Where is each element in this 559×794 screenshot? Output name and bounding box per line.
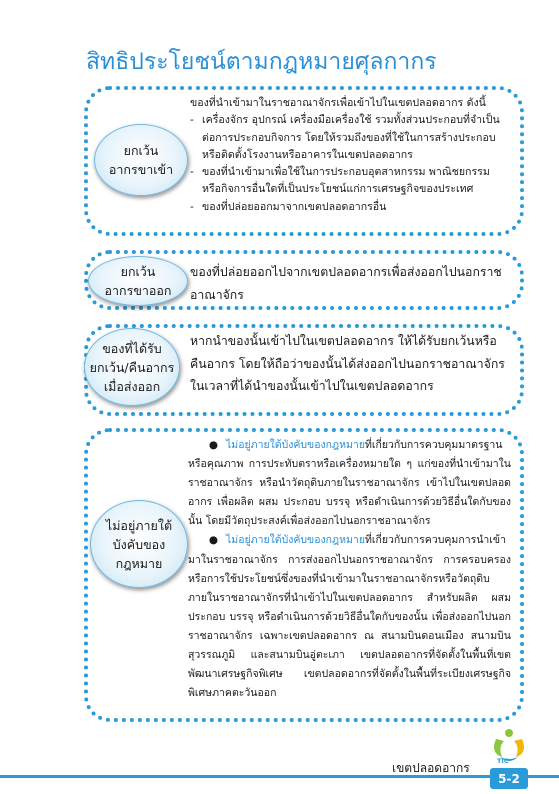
paragraph-heading: ไม่อยู่ภายใต้บังคับของกฎหมาย (226, 534, 365, 547)
footer-divider (0, 775, 559, 778)
paragraph-heading: ไม่อยู่ภายใต้บังคับของกฎหมาย (226, 439, 365, 451)
label-line: ยกเว้น/คืนอากร (89, 359, 175, 375)
import-duty-content: ของที่นำเข้ามาในราชอาณาจักรเพื่อเข้าไปใน… (190, 95, 512, 216)
list-item: - ของที่ปล่อยออกมาจากเขตปลอดอากรอื่น (190, 200, 387, 213)
logo-text: TIC (497, 757, 509, 765)
label-line: บังคับของ (112, 536, 166, 552)
tic-logo-icon (494, 729, 524, 761)
label-line: กฎหมาย (115, 555, 163, 571)
label-line: ยกเว้น (120, 264, 156, 279)
label-refund-on-export: ของที่ได้รับ ยกเว้น/คืนอากร เมื่อส่งออก (84, 328, 180, 406)
list-item: - ของที่นำเข้ามาเพื่อใช้ในการประกอบอุตสาห… (190, 166, 490, 196)
export-duty-text: ของที่ปล่อยออกไปจากเขตปลอดอากรเพื่อส่งออ… (190, 265, 502, 302)
label-line: ของที่ได้รับ (102, 340, 162, 356)
label-export-duty-exemption: ยกเว้น อากรขาออก (88, 256, 188, 306)
page-title: สิทธิประโยชน์ตามกฎหมายศุลกากร (86, 49, 437, 75)
export-duty-content: ของที่ปล่อยออกไปจากเขตปลอดอากรเพื่อส่งออ… (190, 261, 512, 306)
paragraph: ● ไม่อยู่ภายใต้บังคับของกฎหมายที่เกี่ยวกั… (188, 531, 511, 703)
not-subject-content: ● ไม่อยู่ภายใต้บังคับของกฎหมายที่เกี่ยวกั… (188, 436, 511, 703)
label-not-subject-to-law: ไม่อยู่ภายใต้ บังคับของ กฎหมาย (90, 500, 188, 588)
bullet-icon: ● (208, 534, 218, 547)
label-import-duty-exemption: ยกเว้น อากรขาเข้า (94, 124, 188, 196)
label-line: อากรขาออก (104, 283, 172, 298)
page-number: 5-2 (490, 768, 528, 789)
intro-text: ของที่นำเข้ามาในราชอาณาจักรเพื่อเข้าไปใน… (190, 97, 486, 109)
paragraph-text: ที่เกี่ยวกับการควบคุมการนำเข้ามาในราชอาณ… (188, 534, 511, 700)
label-line: ยกเว้น (123, 143, 159, 158)
bullet-icon: ● (208, 439, 218, 451)
paragraph: ● ไม่อยู่ภายใต้บังคับของกฎหมายที่เกี่ยวกั… (188, 436, 511, 531)
refund-content: หากนำของนั้นเข้าไปในเขตปลอดอากร ให้ได้รั… (190, 330, 508, 398)
label-line: เมื่อส่งออก (103, 378, 161, 394)
paragraph-text: ที่เกี่ยวกับการควบคุมมาตรฐานหรือคุณภาพ ก… (188, 439, 511, 528)
label-line: อากรขาเข้า (108, 162, 174, 177)
refund-text: หากนำของนั้นเข้าไปในเขตปลอดอากร ให้ได้รั… (190, 334, 505, 393)
label-line: ไม่อยู่ภายใต้ (105, 517, 173, 533)
list-item: - เครื่องจักร อุปกรณ์ เครื่องมือเครื่องใช… (190, 114, 500, 161)
